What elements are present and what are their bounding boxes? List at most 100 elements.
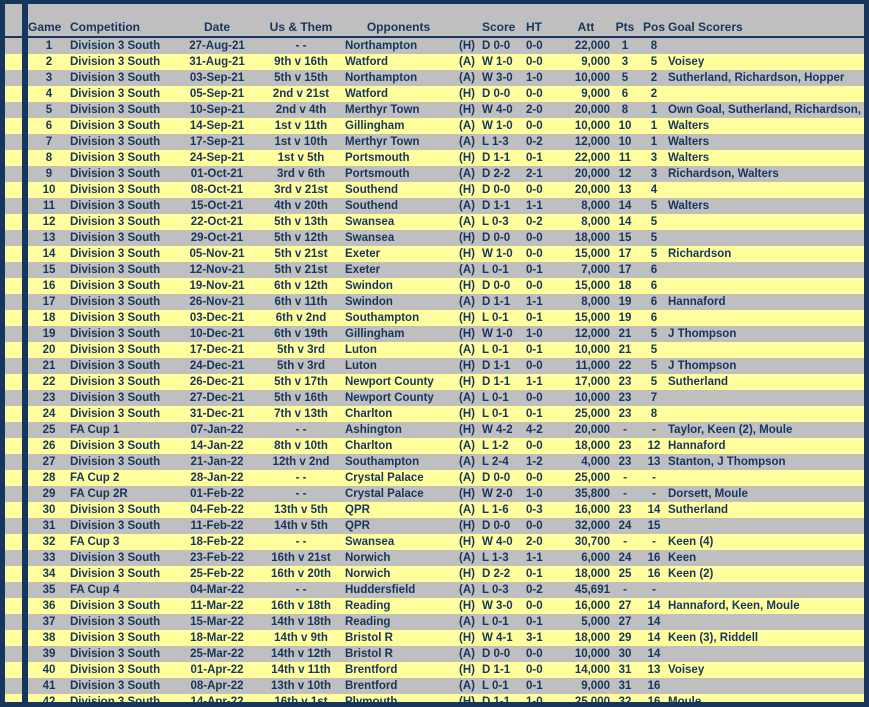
cell-opponents[interactable]: Watford xyxy=(345,86,452,102)
cell-pos[interactable]: 5 xyxy=(640,246,668,262)
cell-pts[interactable]: 8 xyxy=(610,102,640,118)
cell-opponents[interactable]: Brentford xyxy=(345,662,452,678)
cell-competition[interactable]: Division 3 South xyxy=(70,102,177,118)
cell-ht[interactable]: 1-0 xyxy=(526,694,562,702)
cell-us-and-them[interactable]: 4th v 20th xyxy=(257,198,345,214)
cell-game[interactable]: 14 xyxy=(28,246,70,262)
cell-pts[interactable]: 23 xyxy=(610,374,640,390)
cell-competition[interactable]: Division 3 South xyxy=(70,342,177,358)
cell-ht[interactable]: 0-1 xyxy=(526,406,562,422)
cell-pts[interactable]: 31 xyxy=(610,678,640,694)
cell-competition[interactable]: Division 3 South xyxy=(70,518,177,534)
cell-ht[interactable]: 0-0 xyxy=(526,278,562,294)
cell-us-and-them[interactable]: 5th v 15th xyxy=(257,70,345,86)
cell-competition[interactable]: Division 3 South xyxy=(70,54,177,70)
cell-score[interactable]: D 1-1 xyxy=(482,150,526,166)
cell-game[interactable]: 3 xyxy=(28,70,70,86)
cell-opponents[interactable]: Southend xyxy=(345,198,452,214)
cell-opponents[interactable]: Norwich xyxy=(345,550,452,566)
column-header-competition[interactable]: Competition xyxy=(70,18,177,38)
cell-competition[interactable]: Division 3 South xyxy=(70,646,177,662)
cell-date[interactable]: 10-Dec-21 xyxy=(177,326,257,342)
cell-opponents[interactable]: Portsmouth xyxy=(345,150,452,166)
cell-game[interactable]: 39 xyxy=(28,646,70,662)
column-header-score[interactable]: Score xyxy=(482,18,526,38)
cell-goal-scorers[interactable]: Walters xyxy=(668,150,864,166)
cell-competition[interactable]: Division 3 South xyxy=(70,182,177,198)
cell-ht[interactable]: 1-0 xyxy=(526,486,562,502)
cell-opponents[interactable]: Newport County xyxy=(345,374,452,390)
cell-score[interactable]: L 0-3 xyxy=(482,582,526,598)
column-header-us-and-them[interactable]: Us & Them xyxy=(257,18,345,38)
table-row[interactable]: 18 Division 3 South 03-Dec-21 6th v 2nd Sout… xyxy=(5,310,864,326)
cell-goal-scorers[interactable]: Richardson xyxy=(668,246,864,262)
cell-att[interactable]: 12,000 xyxy=(562,326,610,342)
table-row[interactable]: 23 Division 3 South 27-Dec-21 5th v 16th New… xyxy=(5,390,864,406)
cell-att[interactable]: 18,000 xyxy=(562,630,610,646)
cell-opponents[interactable]: Ashington xyxy=(345,422,452,438)
table-row[interactable]: 36 Division 3 South 11-Mar-22 16th v 18th Re… xyxy=(5,598,864,614)
cell-game[interactable]: 28 xyxy=(28,470,70,486)
cell-att[interactable]: 25,000 xyxy=(562,694,610,702)
cell-competition[interactable]: Division 3 South xyxy=(70,294,177,310)
table-row[interactable]: 25 FA Cup 1 07-Jan-22- - Ashington (H) W 4-2 4… xyxy=(5,422,864,438)
cell-pts[interactable]: - xyxy=(610,534,640,550)
cell-competition[interactable]: Division 3 South xyxy=(70,326,177,342)
cell-pts[interactable]: 27 xyxy=(610,614,640,630)
cell-date[interactable]: 10-Sep-21 xyxy=(177,102,257,118)
cell-ht[interactable]: 0-1 xyxy=(526,262,562,278)
cell-date[interactable]: 03-Dec-21 xyxy=(177,310,257,326)
cell-game[interactable]: 7 xyxy=(28,134,70,150)
cell-pos[interactable]: 3 xyxy=(640,150,668,166)
cell-competition[interactable]: FA Cup 1 xyxy=(70,422,177,438)
cell-date[interactable]: 14-Apr-22 xyxy=(177,694,257,702)
cell-pts[interactable]: - xyxy=(610,582,640,598)
cell-date[interactable]: 08-Oct-21 xyxy=(177,182,257,198)
cell-date[interactable]: 31-Aug-21 xyxy=(177,54,257,70)
cell-ht[interactable]: 0-1 xyxy=(526,614,562,630)
cell-venue[interactable]: (H) xyxy=(452,246,482,262)
cell-us-and-them[interactable]: 5th v 13th xyxy=(257,214,345,230)
table-row[interactable]: 41 Division 3 South 08-Apr-22 13th v 10th Br… xyxy=(5,678,864,694)
cell-venue[interactable]: (H) xyxy=(452,37,482,54)
cell-us-and-them[interactable]: - - xyxy=(257,486,345,502)
cell-date[interactable]: 23-Feb-22 xyxy=(177,550,257,566)
cell-ht[interactable]: 0-1 xyxy=(526,342,562,358)
cell-score[interactable]: D 2-2 xyxy=(482,566,526,582)
cell-att[interactable]: 18,000 xyxy=(562,566,610,582)
cell-ht[interactable]: 0-1 xyxy=(526,566,562,582)
cell-game[interactable]: 36 xyxy=(28,598,70,614)
cell-venue[interactable]: (H) xyxy=(452,182,482,198)
cell-pos[interactable]: 5 xyxy=(640,374,668,390)
cell-game[interactable]: 42 xyxy=(28,694,70,702)
cell-ht[interactable]: 0-0 xyxy=(526,182,562,198)
cell-att[interactable]: 9,000 xyxy=(562,86,610,102)
cell-date[interactable]: 25-Feb-22 xyxy=(177,566,257,582)
cell-goal-scorers[interactable] xyxy=(668,614,864,630)
cell-venue[interactable]: (H) xyxy=(452,358,482,374)
cell-us-and-them[interactable]: 16th v 18th xyxy=(257,598,345,614)
cell-opponents[interactable]: Exeter xyxy=(345,246,452,262)
cell-att[interactable]: 10,000 xyxy=(562,70,610,86)
cell-venue[interactable]: (A) xyxy=(452,54,482,70)
cell-opponents[interactable]: Northampton xyxy=(345,37,452,54)
column-header-pos[interactable]: Pos xyxy=(640,18,668,38)
cell-venue[interactable]: (A) xyxy=(452,438,482,454)
column-header-att[interactable]: Att xyxy=(562,18,610,38)
column-header-venue[interactable] xyxy=(452,18,482,38)
cell-pos[interactable]: 2 xyxy=(640,70,668,86)
cell-goal-scorers[interactable] xyxy=(668,646,864,662)
cell-pos[interactable]: 16 xyxy=(640,566,668,582)
cell-us-and-them[interactable]: - - xyxy=(257,422,345,438)
cell-goal-scorers[interactable]: Hannaford xyxy=(668,438,864,454)
cell-pos[interactable]: - xyxy=(640,470,668,486)
cell-ht[interactable]: 1-1 xyxy=(526,374,562,390)
cell-goal-scorers[interactable]: Dorsett, Moule xyxy=(668,486,864,502)
cell-pts[interactable]: 23 xyxy=(610,390,640,406)
cell-goal-scorers[interactable]: Stanton, J Thompson xyxy=(668,454,864,470)
cell-att[interactable]: 20,000 xyxy=(562,102,610,118)
table-row[interactable]: 15 Division 3 South 12-Nov-21 5th v 21st Exe… xyxy=(5,262,864,278)
cell-ht[interactable]: 0-0 xyxy=(526,662,562,678)
cell-score[interactable]: D 1-1 xyxy=(482,358,526,374)
cell-venue[interactable]: (A) xyxy=(452,342,482,358)
